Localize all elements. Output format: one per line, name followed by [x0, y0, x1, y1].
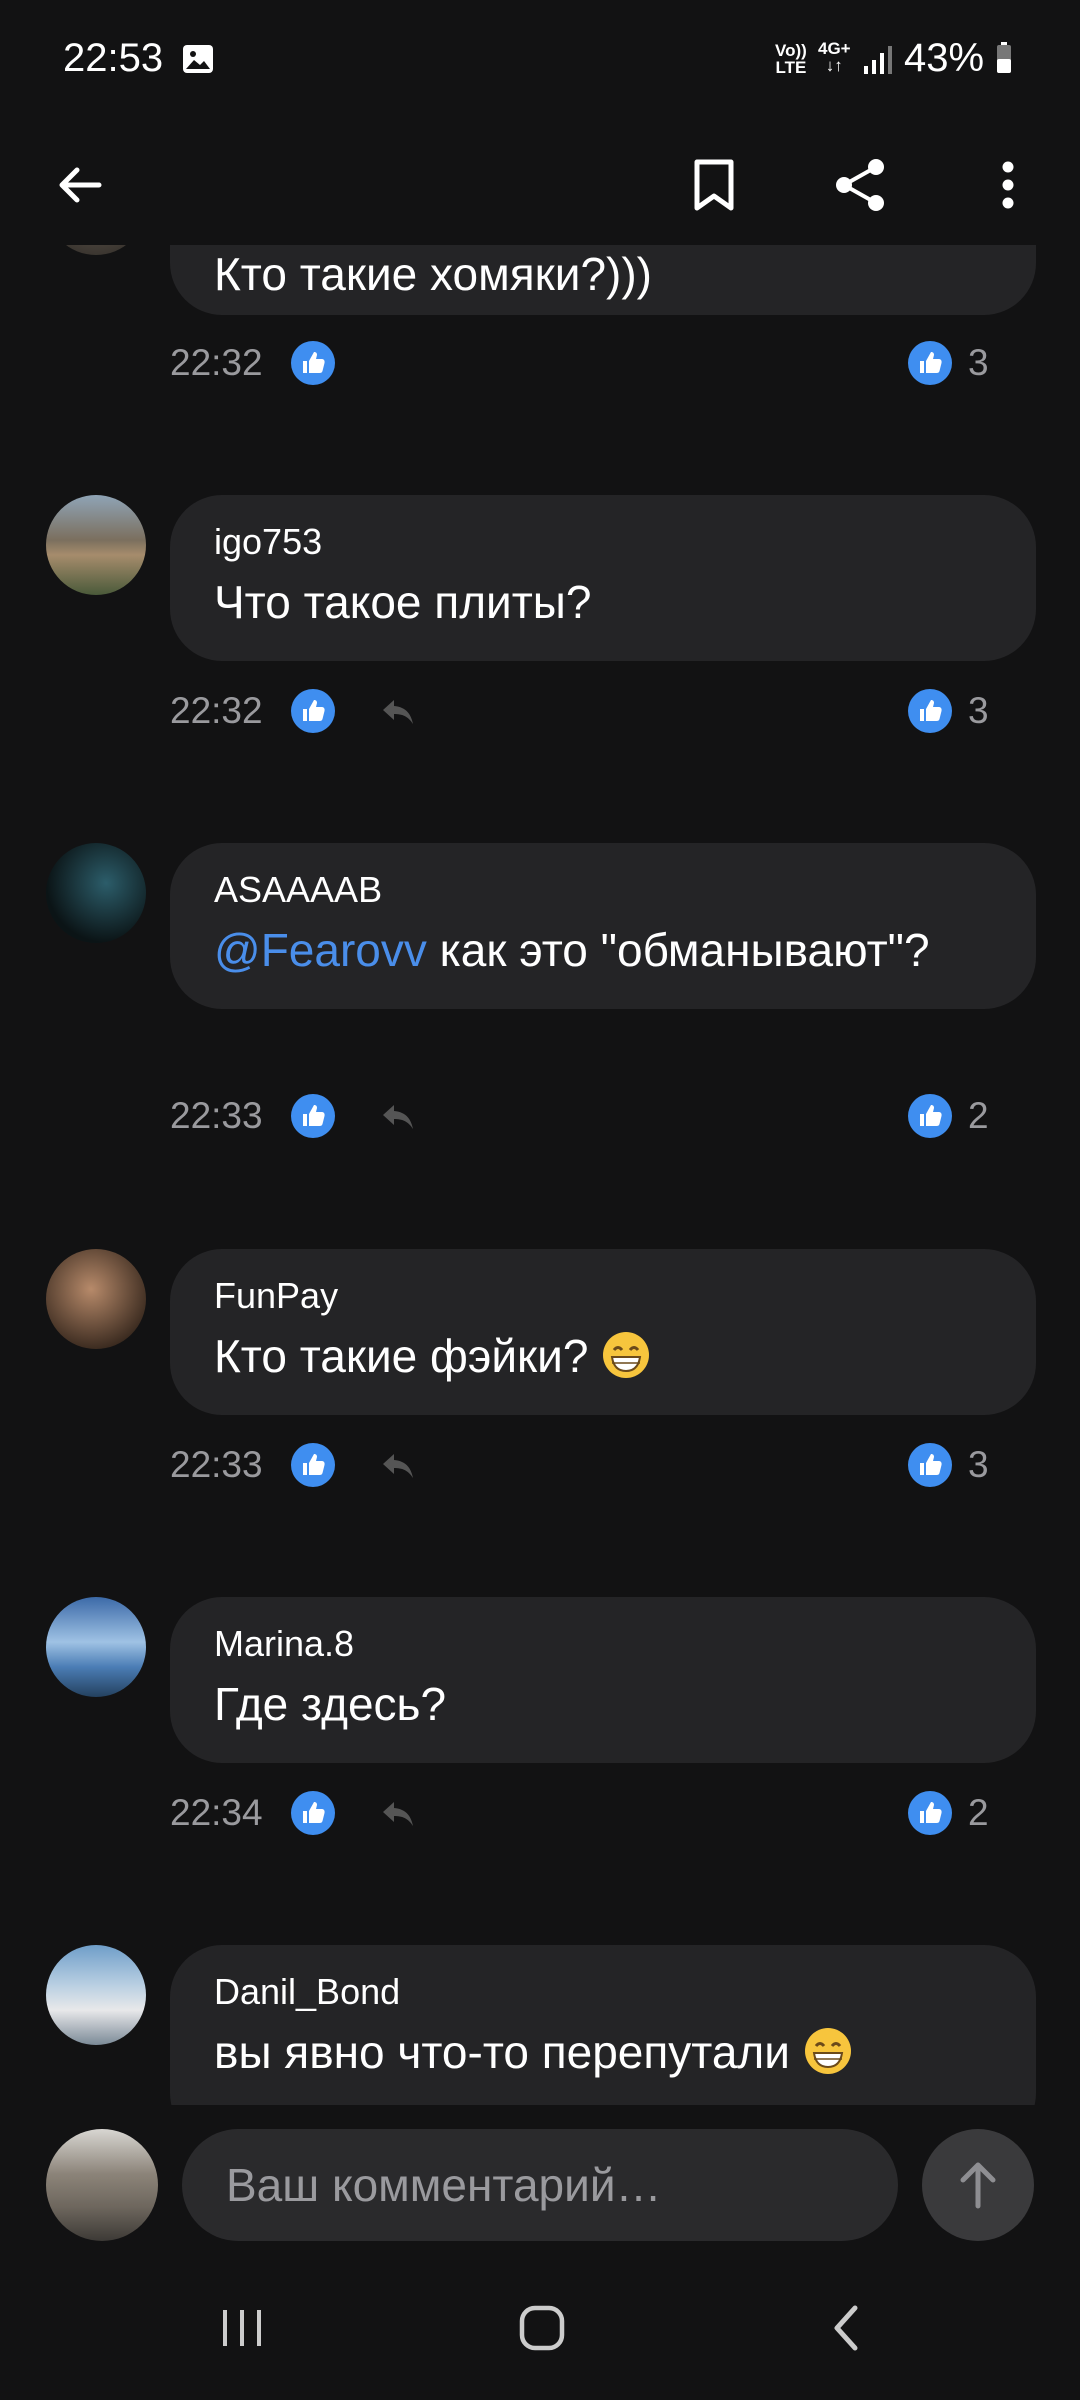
signal-icon	[864, 46, 892, 74]
comment-author[interactable]: Marina.8	[214, 1623, 992, 1665]
like-button[interactable]	[290, 1442, 336, 1488]
comment-meta: 22:33 3	[170, 1442, 990, 1492]
top-app-bar	[0, 120, 1080, 245]
back-button[interactable]	[40, 145, 120, 225]
battery-icon	[997, 42, 1011, 73]
comment-meta: 22:32 3	[170, 688, 990, 738]
comment-meta: 22:32 3	[170, 340, 990, 390]
comment-bubble[interactable]: Кто такие хомяки?)))	[170, 245, 1036, 315]
comment-time: 22:32	[170, 342, 263, 383]
comment-time: 22:33	[170, 1095, 263, 1136]
comment-bubble[interactable]: ASAAAAB @Fearovv как это "обманывают"?	[170, 843, 1036, 1009]
recents-button[interactable]	[202, 2288, 282, 2368]
bookmark-button[interactable]	[674, 145, 754, 225]
more-options-button[interactable]	[968, 145, 1048, 225]
avatar[interactable]	[46, 1597, 146, 1697]
comment-text: @Fearovv как это "обманывают"?	[214, 921, 992, 979]
system-nav-bar	[0, 2250, 1080, 2400]
comment-text: Что такое плиты?	[214, 576, 592, 628]
likes-count: 2	[968, 1095, 989, 1136]
more-vert-icon	[1002, 161, 1014, 209]
grinning-emoji-icon	[804, 2028, 851, 2074]
volte-indicator: Vo)) LTE	[775, 42, 807, 76]
comment-author[interactable]: igo753	[214, 521, 992, 563]
like-button[interactable]	[290, 1790, 336, 1836]
comment-text: вы явно что-то перепутали	[214, 2023, 992, 2081]
reply-icon[interactable]	[380, 1448, 416, 1484]
reply-icon[interactable]	[380, 1099, 416, 1135]
comment-author[interactable]: Danil_Bond	[214, 1971, 992, 2013]
back-nav-button[interactable]	[806, 2288, 886, 2368]
like-button[interactable]	[290, 688, 336, 734]
likes-count-icon	[908, 1791, 952, 1835]
comment-text-body: вы явно что-то перепутали	[214, 2026, 803, 2078]
battery-percent: 43%	[904, 36, 985, 80]
arrow-up-icon	[960, 2162, 996, 2209]
share-button[interactable]	[820, 145, 900, 225]
like-button[interactable]	[290, 1093, 336, 1139]
back-arrow-icon	[59, 167, 102, 203]
comment-text: Кто такие хомяки?)))	[214, 248, 652, 300]
comment-meta: 22:33 2	[170, 1093, 990, 1143]
comment-input[interactable]: Ваш комментарий…	[182, 2129, 898, 2241]
likes-count: 3	[968, 1444, 989, 1485]
recents-icon	[223, 2310, 261, 2346]
network-type-bottom: ↓↑	[825, 56, 843, 75]
comment-author[interactable]: ASAAAAB	[214, 869, 992, 911]
comment-author[interactable]: FunPay	[214, 1275, 992, 1317]
status-bar: 22:53 Vo)) LTE 4G+ ↓↑ 43%	[0, 0, 1080, 120]
gallery-notification-icon	[183, 45, 213, 73]
likes-count: 3	[968, 342, 989, 383]
volte-top: Vo))	[775, 41, 807, 60]
likes-count-icon	[908, 1443, 952, 1487]
grinning-emoji-icon	[603, 1332, 650, 1378]
comment-text-body: Кто такие фэйки?	[214, 1330, 602, 1382]
avatar[interactable]	[46, 245, 146, 255]
send-button[interactable]	[922, 2129, 1034, 2241]
volte-bottom: LTE	[775, 58, 807, 77]
likes-count: 3	[968, 690, 989, 731]
status-time: 22:53	[63, 36, 164, 80]
back-chevron-icon	[834, 2305, 858, 2351]
comment-bubble[interactable]: Marina.8 Где здесь?	[170, 1597, 1036, 1763]
avatar[interactable]	[46, 495, 146, 595]
comment-time: 22:34	[170, 1792, 263, 1833]
likes-count: 2	[968, 1792, 989, 1833]
avatar[interactable]	[46, 843, 146, 943]
comment-composer: Ваш комментарий…	[0, 2105, 1080, 2250]
reply-icon[interactable]	[380, 1796, 416, 1832]
share-icon	[836, 159, 884, 211]
mention-link[interactable]: @Fearovv	[214, 924, 427, 976]
comment-text-rest: как это "обманывают"?	[426, 924, 930, 976]
bookmark-icon	[694, 159, 734, 211]
like-button[interactable]	[290, 340, 336, 386]
comment-bubble[interactable]: FunPay Кто такие фэйки?	[170, 1249, 1036, 1415]
comments-list[interactable]: Кто такие хомяки?))) 22:32 3 igo753 Что …	[0, 245, 1080, 2105]
comment-time: 22:33	[170, 1444, 263, 1485]
avatar[interactable]	[46, 1945, 146, 2045]
home-button[interactable]	[502, 2288, 582, 2368]
comment-text: Кто такие фэйки?	[214, 1327, 992, 1385]
likes-count-icon	[908, 1094, 952, 1138]
comment-bubble[interactable]: igo753 Что такое плиты?	[170, 495, 1036, 661]
comment-bubble[interactable]: Danil_Bond вы явно что-то перепутали	[170, 1945, 1036, 2105]
comment-text: Где здесь?	[214, 1678, 447, 1730]
reply-icon[interactable]	[380, 694, 416, 730]
my-avatar	[46, 2129, 158, 2241]
avatar[interactable]	[46, 1249, 146, 1349]
likes-count-icon	[908, 689, 952, 733]
network-type-top: 4G+	[818, 39, 851, 58]
comment-time: 22:32	[170, 690, 263, 731]
network-type-indicator: 4G+ ↓↑	[818, 40, 851, 74]
comment-meta: 22:34 2	[170, 1790, 990, 1840]
home-icon	[519, 2305, 565, 2351]
likes-count-icon	[908, 341, 952, 385]
